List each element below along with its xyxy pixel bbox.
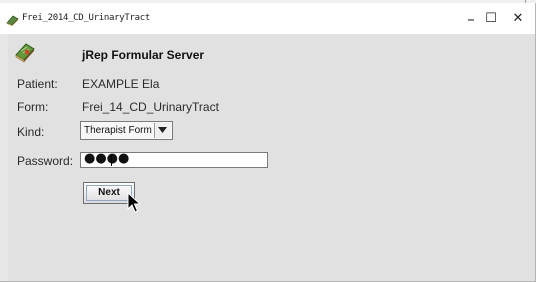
app-window: Frei_2014_CD_UrinaryTract – ☐ ✕ jRep For… xyxy=(0,3,536,282)
patient-label: Patient: xyxy=(17,77,58,91)
app-book-icon xyxy=(6,11,19,30)
text-caret xyxy=(111,155,112,166)
patient-value: EXAMPLE Ela xyxy=(82,77,160,91)
close-icon: ✕ xyxy=(512,11,524,26)
maximize-icon: ☐ xyxy=(485,11,497,26)
form-value: Frei_14_CD_UrinaryTract xyxy=(82,100,219,114)
form-label: Form: xyxy=(17,100,49,114)
close-button[interactable]: ✕ xyxy=(498,6,536,32)
chevron-down-icon[interactable] xyxy=(154,123,171,138)
password-field[interactable]: ●●●● xyxy=(80,151,268,168)
app-title: jRep Formular Server xyxy=(82,48,205,62)
jrep-logo-icon xyxy=(14,41,36,67)
mouse-pointer-icon xyxy=(127,191,142,218)
window-title: Frei_2014_CD_UrinaryTract xyxy=(22,13,150,23)
kind-label: Kind: xyxy=(17,125,45,139)
panel-edge xyxy=(0,34,8,281)
next-button-focus-ring xyxy=(86,185,132,201)
password-mask: ●●●● xyxy=(84,151,130,166)
title-bar[interactable]: Frei_2014_CD_UrinaryTract – ☐ ✕ xyxy=(0,3,535,33)
password-label: Password: xyxy=(17,154,74,168)
form-panel: jRep Formular Server Patient: EXAMPLE El… xyxy=(0,34,535,281)
kind-select[interactable]: Therapist Form xyxy=(80,121,173,140)
kind-select-value: Therapist Form xyxy=(84,125,152,136)
